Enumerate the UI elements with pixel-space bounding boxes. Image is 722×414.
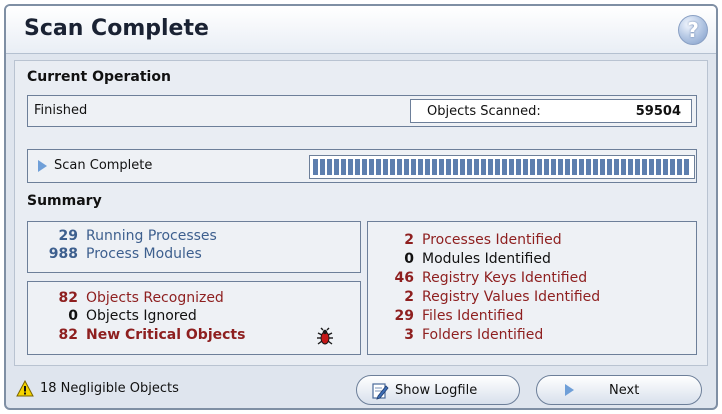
help-button[interactable]: ? xyxy=(678,15,708,45)
scan-progress-bar xyxy=(309,155,695,179)
item-count: 0 xyxy=(68,308,78,324)
item-label: Registry Keys Identified xyxy=(422,270,588,286)
play-arrow-icon xyxy=(38,160,47,172)
scan-progress-fill xyxy=(313,159,691,175)
item-count: 46 xyxy=(394,270,414,286)
list-item: 2 Processes Identified xyxy=(382,232,562,248)
item-label: Processes Identified xyxy=(422,232,562,248)
list-item: 988 Process Modules xyxy=(34,246,202,262)
bug-icon xyxy=(317,327,333,345)
list-item: 29 Files Identified xyxy=(382,308,524,324)
item-label: Modules Identified xyxy=(422,251,551,267)
notepad-edit-icon xyxy=(372,383,389,400)
item-label: Files Identified xyxy=(422,308,524,324)
item-label: Registry Values Identified xyxy=(422,289,601,305)
scan-complete-window: Scan Complete ? Current Operation Finish… xyxy=(4,4,718,410)
identified-box: 2 Processes Identified 0 Modules Identifie… xyxy=(367,221,697,355)
list-item: 82 Objects Recognized xyxy=(34,290,224,306)
item-label: Process Modules xyxy=(86,246,202,262)
item-label: Running Processes xyxy=(86,228,217,244)
item-count: 0 xyxy=(404,251,414,267)
item-count: 988 xyxy=(48,246,78,262)
item-count: 82 xyxy=(58,290,78,306)
objects-scanned-label: Objects Scanned: xyxy=(427,104,541,119)
objects-scanned-box: Objects Scanned: 59504 xyxy=(410,99,692,123)
page-title: Scan Complete xyxy=(24,16,209,41)
list-item: 82 New Critical Objects xyxy=(34,327,246,343)
list-item: 2 Registry Values Identified xyxy=(382,289,600,305)
item-count: 2 xyxy=(404,289,414,305)
list-item: 29 Running Processes xyxy=(34,228,217,244)
negligible-objects-text: 18 Negligible Objects xyxy=(40,381,179,396)
summary-heading: Summary xyxy=(27,193,102,209)
item-count: 3 xyxy=(404,327,414,343)
footer-bar: 18 Negligible Objects Show Logfile Next xyxy=(6,370,716,408)
item-label: New Critical Objects xyxy=(86,327,246,343)
item-count: 29 xyxy=(58,228,78,244)
next-label: Next xyxy=(609,383,640,398)
list-item: 46 Registry Keys Identified xyxy=(382,270,588,286)
list-item: 0 Modules Identified xyxy=(382,251,551,267)
warning-icon xyxy=(16,380,34,397)
item-label: Objects Recognized xyxy=(86,290,224,306)
window-header: Scan Complete ? xyxy=(6,6,716,54)
show-logfile-button[interactable]: Show Logfile xyxy=(356,375,520,405)
item-label: Objects Ignored xyxy=(86,308,197,324)
progress-label: Scan Complete xyxy=(54,158,153,173)
list-item: 0 Objects Ignored xyxy=(34,308,197,324)
list-item: 3 Folders Identified xyxy=(382,327,543,343)
status-box: Finished Objects Scanned: 59504 xyxy=(27,95,697,127)
show-logfile-label: Show Logfile xyxy=(395,383,478,398)
next-button[interactable]: Next xyxy=(536,375,702,405)
item-label: Folders Identified xyxy=(422,327,544,343)
main-panel: Current Operation Finished Objects Scann… xyxy=(14,60,708,366)
next-arrow-icon xyxy=(565,384,574,396)
item-count: 82 xyxy=(58,327,78,343)
objects-scanned-value: 59504 xyxy=(635,104,681,119)
item-count: 29 xyxy=(394,308,414,324)
status-text: Finished xyxy=(34,103,88,118)
processes-box: 29 Running Processes 988 Process Modules xyxy=(27,221,361,273)
item-count: 2 xyxy=(404,232,414,248)
objects-box: 82 Objects Recognized 0 Objects Ignored 82… xyxy=(27,281,361,355)
current-operation-heading: Current Operation xyxy=(27,69,171,85)
